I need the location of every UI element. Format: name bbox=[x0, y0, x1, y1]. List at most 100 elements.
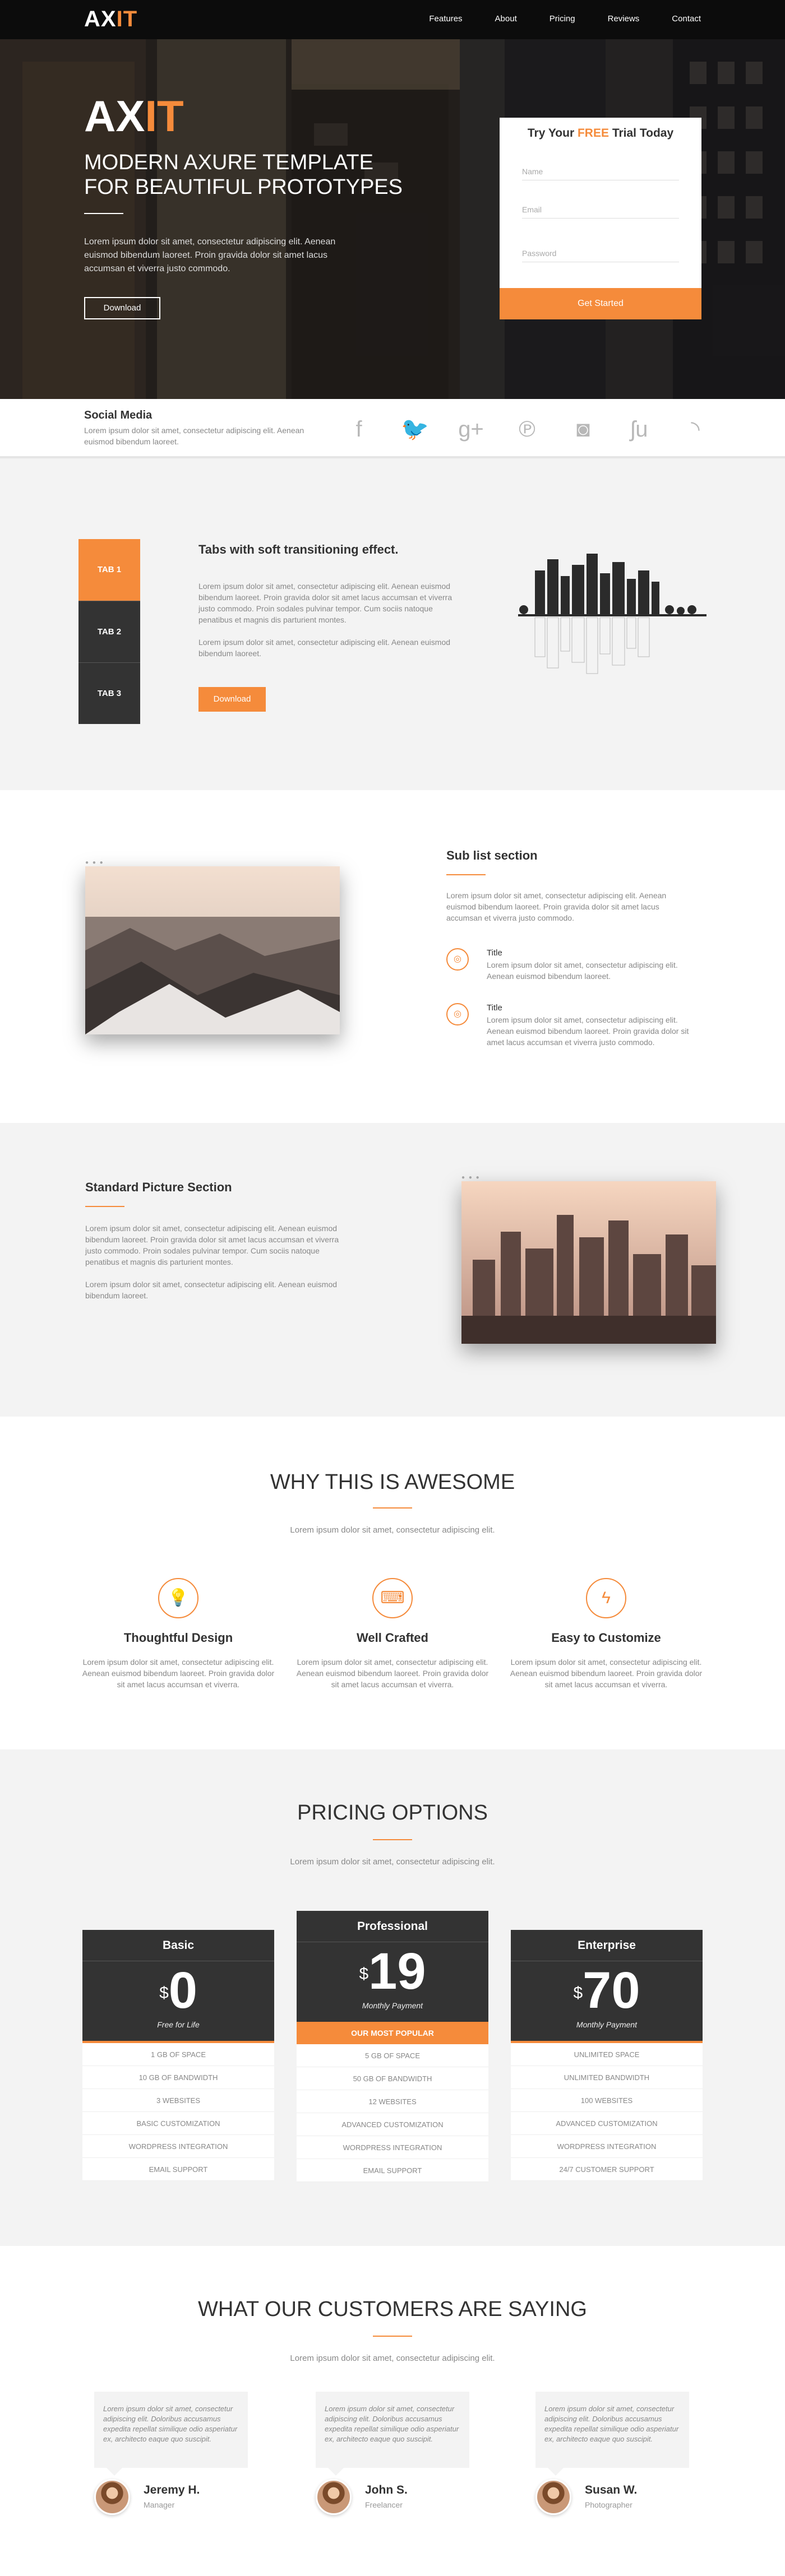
tabs-download-button[interactable]: Download bbox=[198, 687, 266, 712]
tabs-title: Tabs with soft transitioning effect. bbox=[198, 542, 399, 556]
sublist-intro: Lorem ipsum dolor sit amet, consectetur … bbox=[446, 891, 667, 922]
lightbulb-icon: 💡 bbox=[158, 1578, 198, 1618]
trial-title-part2: Trial Today bbox=[612, 127, 674, 140]
plan-note: Monthly Payment bbox=[576, 2020, 638, 2029]
photo-window-dots: ● ● ● bbox=[461, 1175, 481, 1181]
hero-download-button[interactable]: Download bbox=[84, 297, 160, 319]
quote-tail bbox=[107, 2468, 122, 2476]
plan-feature: 5 GB of space bbox=[297, 2044, 488, 2067]
trial-signup-form: Try Your FREE Trial Today Name Email Pas… bbox=[500, 118, 701, 319]
plan-feature: Advanced customization bbox=[297, 2113, 488, 2136]
testimonials-section: What Our Customers Are Saying Lorem ipsu… bbox=[0, 2246, 785, 2576]
feature-1-title: Thoughtful Design bbox=[123, 1631, 233, 1645]
nav-links: Features About Pricing Reviews Contact bbox=[429, 14, 701, 24]
logo-text-white: AX bbox=[84, 7, 117, 31]
hero-divider bbox=[84, 213, 123, 214]
standard-picture-section: Standard Picture Section Lorem ipsum dol… bbox=[0, 1123, 785, 1417]
plan-name: Professional bbox=[297, 1911, 488, 1942]
hero-title: Modern Axure Template For Beautiful Prot… bbox=[84, 151, 403, 199]
quote-tail bbox=[548, 2468, 564, 2476]
social-title: Social Media bbox=[84, 409, 153, 421]
hero-logo: AXIT bbox=[84, 91, 184, 142]
feature-1-text: Lorem ipsum dolor sit amet, consectetur … bbox=[82, 1658, 275, 1689]
features-section: Why This Is Awesome Lorem ipsum dolor si… bbox=[0, 1417, 785, 1749]
plan-feature: Email support bbox=[82, 2158, 274, 2181]
pricing-title: Pricing Options bbox=[297, 1801, 488, 1825]
nav-link-features[interactable]: Features bbox=[429, 14, 462, 24]
plan-feature: Advanced customization bbox=[511, 2112, 703, 2135]
popular-badge: OUR MOST POPULAR bbox=[297, 2022, 488, 2044]
hero-logo-white: AX bbox=[84, 91, 145, 141]
sublist-section: ● ● ● Sub list section Lorem ipsum dolor… bbox=[0, 790, 785, 1123]
why-divider bbox=[373, 1507, 412, 1509]
plan-feature: Basic customization bbox=[82, 2112, 274, 2135]
plan-currency: $ bbox=[359, 1965, 369, 1983]
plan-card-basic: Basic $0 Free for Life 1 GB of space 10 … bbox=[82, 1930, 274, 2181]
facebook-icon[interactable]: f bbox=[331, 412, 387, 446]
standard-paragraph-2: Lorem ipsum dolor sit amet, consectetur … bbox=[85, 1280, 338, 1300]
nav-logo[interactable]: AXIT bbox=[84, 7, 137, 32]
trial-title-part1: Try Your bbox=[527, 127, 575, 140]
tab-3[interactable]: TAB 3 bbox=[78, 662, 140, 724]
avatar bbox=[535, 2479, 571, 2515]
rooftops-photo bbox=[85, 866, 340, 1034]
plan-feature: Email support bbox=[297, 2159, 488, 2182]
plan-price-block: $19 Monthly Payment bbox=[297, 1942, 488, 2022]
plan-feature: 50 GB of bandwidth bbox=[297, 2067, 488, 2090]
trial-title-free: FREE bbox=[577, 127, 609, 140]
sublist-divider bbox=[446, 874, 486, 875]
camera-icon: ◎ bbox=[446, 1003, 469, 1025]
why-title: Why This Is Awesome bbox=[270, 1470, 515, 1494]
testimonials-subtitle: Lorem ipsum dolor sit amet, consectetur … bbox=[290, 2354, 495, 2363]
pinterest-icon[interactable]: ℗ bbox=[499, 412, 555, 446]
sublist-title: Sub list section bbox=[446, 848, 538, 862]
name-field[interactable]: Name bbox=[522, 163, 679, 180]
sublist-item-2-title: Title bbox=[487, 1003, 502, 1013]
avatar bbox=[316, 2479, 352, 2515]
tabs-paragraph-1: Lorem ipsum dolor sit amet, consectetur … bbox=[198, 582, 452, 624]
get-started-button[interactable]: Get Started bbox=[500, 288, 701, 319]
tabs-paragraph-2: Lorem ipsum dolor sit amet, consectetur … bbox=[198, 638, 451, 658]
plan-amount: 0 bbox=[168, 1962, 197, 2019]
plan-name: Basic bbox=[82, 1930, 274, 1961]
instagram-icon[interactable]: ◙ bbox=[555, 412, 611, 446]
nav-link-pricing[interactable]: Pricing bbox=[550, 14, 575, 24]
plan-note: Free for Life bbox=[157, 2020, 200, 2029]
city-photo bbox=[461, 1181, 716, 1344]
google-plus-icon[interactable]: g+ bbox=[443, 412, 499, 446]
nav-link-reviews[interactable]: Reviews bbox=[608, 14, 640, 24]
tab-2[interactable]: TAB 2 bbox=[78, 601, 140, 662]
standard-divider bbox=[85, 1206, 124, 1207]
trial-form-title: Try Your FREE Trial Today bbox=[500, 118, 701, 149]
logo-text-orange: IT bbox=[116, 7, 138, 31]
twitter-icon[interactable]: 🐦 bbox=[387, 412, 443, 446]
email-field[interactable]: Email bbox=[522, 201, 679, 219]
hero-logo-orange: IT bbox=[145, 91, 184, 141]
plan-feature: 24/7 customer support bbox=[511, 2158, 703, 2181]
pricing-subtitle: Lorem ipsum dolor sit amet, consectetur … bbox=[290, 1857, 495, 1867]
social-media-bar: Social Media Lorem ipsum dolor sit amet,… bbox=[0, 399, 785, 458]
plan-feature: 1 GB of space bbox=[82, 2043, 274, 2066]
plan-card-enterprise: Enterprise $70 Monthly Payment Unlimited… bbox=[511, 1930, 703, 2181]
nav-link-about[interactable]: About bbox=[495, 14, 517, 24]
feature-3-title: Easy to Customize bbox=[551, 1631, 661, 1645]
nav-link-contact[interactable]: Contact bbox=[672, 14, 701, 24]
city-image bbox=[461, 1181, 716, 1344]
stumbleupon-icon[interactable]: ʃu bbox=[611, 412, 667, 446]
pricing-section: Pricing Options Lorem ipsum dolor sit am… bbox=[0, 1749, 785, 2246]
standard-title: Standard Picture Section bbox=[85, 1180, 232, 1194]
plan-feature: 100 websites bbox=[511, 2089, 703, 2112]
rss-icon[interactable]: ◝ bbox=[667, 412, 723, 446]
rooftops-image bbox=[85, 866, 340, 1034]
password-field[interactable]: Password bbox=[522, 244, 679, 262]
tab-1[interactable]: TAB 1 bbox=[78, 539, 140, 601]
photo-window-dots: ● ● ● bbox=[85, 860, 104, 866]
feature-2-text: Lorem ipsum dolor sit amet, consectetur … bbox=[296, 1658, 489, 1689]
avatar bbox=[94, 2479, 130, 2515]
city-skyline-illustration bbox=[518, 554, 706, 674]
plan-feature: Unlimited space bbox=[511, 2043, 703, 2066]
testimonial-name: Jeremy H. bbox=[144, 2484, 200, 2496]
testimonial-role: Manager bbox=[144, 2500, 175, 2509]
quote-tail bbox=[328, 2468, 344, 2476]
plan-feature: 12 websites bbox=[297, 2090, 488, 2113]
